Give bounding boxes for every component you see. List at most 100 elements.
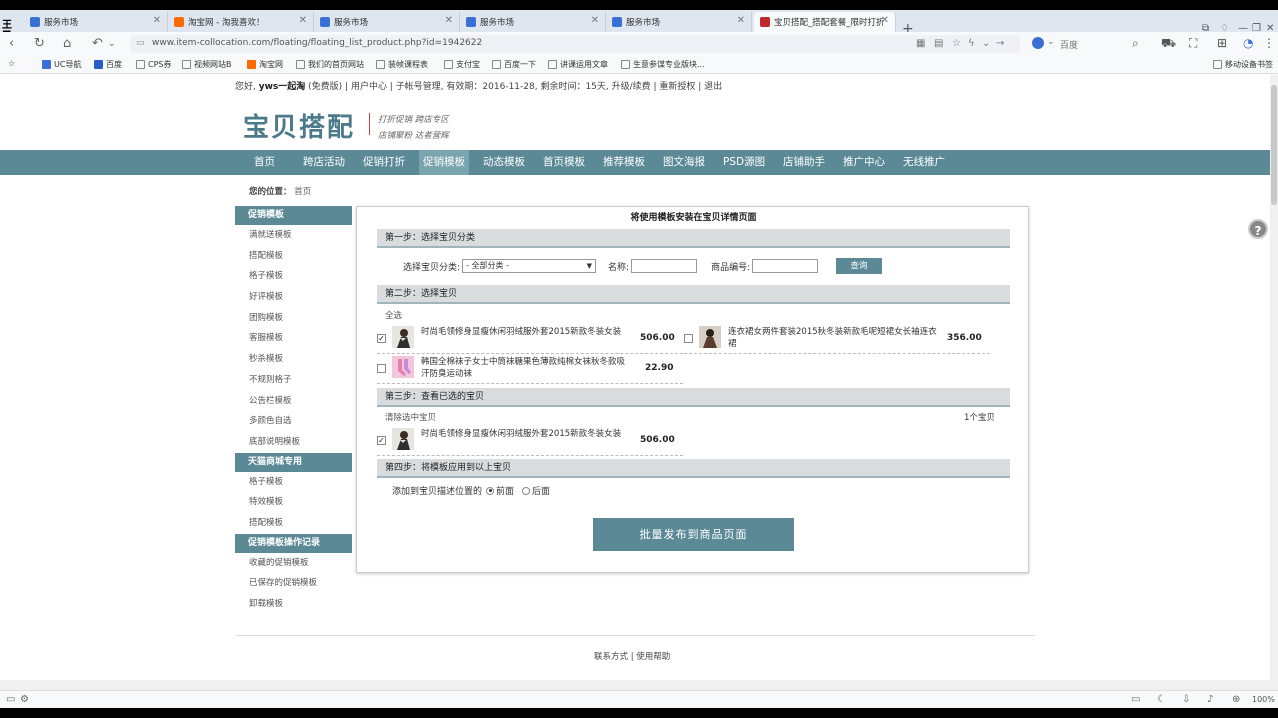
bookmark-item[interactable]: 讲课运用文章 xyxy=(548,59,608,70)
bookmark-item[interactable]: 百度 xyxy=(94,59,122,70)
address-bar[interactable]: ▭ www.item-collocation.com/floating/floa… xyxy=(130,35,1020,53)
product-thumbnail[interactable] xyxy=(699,326,721,348)
browser-tab[interactable]: 服务市场 ✕ xyxy=(606,12,752,32)
chevron-down-icon[interactable]: ⌄ xyxy=(982,38,990,49)
browser-tab[interactable]: 服务市场 ✕ xyxy=(314,12,460,32)
position-back-label[interactable]: 后面 xyxy=(532,484,550,497)
lightning-icon[interactable]: ϟ xyxy=(968,38,975,49)
position-front-radio[interactable] xyxy=(486,486,495,495)
sidebar-item[interactable]: 好评模板 xyxy=(235,287,352,308)
sidebar-item[interactable]: 秒杀模板 xyxy=(235,349,352,370)
category-select[interactable]: - 全部分类 - ▼ xyxy=(462,259,597,273)
position-back-radio[interactable] xyxy=(522,486,531,495)
bookmark-item[interactable]: CPS券 xyxy=(136,59,172,70)
search-icon[interactable]: ⌕ xyxy=(1132,36,1139,51)
browser-tab[interactable]: 服务市场 ✕ xyxy=(24,12,168,32)
reader-icon[interactable]: ▤ xyxy=(934,38,943,49)
tab-close-icon[interactable]: ✕ xyxy=(153,15,161,26)
sidebar-item[interactable]: 满就送模板 xyxy=(235,225,352,246)
clear-selected-link[interactable]: 清除选中宝贝 xyxy=(385,411,436,423)
nav-item-discount[interactable]: 促销打折 xyxy=(359,150,409,175)
help-icon[interactable]: ? xyxy=(1248,219,1268,239)
name-input[interactable] xyxy=(631,259,698,273)
bookmark-item[interactable]: 我们的首页网站 xyxy=(296,59,364,70)
qr-icon[interactable]: ▦ xyxy=(916,38,925,49)
sidebar-item[interactable]: 搭配模板 xyxy=(235,246,352,267)
nav-item-promo-templates[interactable]: 促销模板 xyxy=(419,150,469,175)
sound-icon[interactable]: ♪ xyxy=(1207,694,1213,705)
bookmark-item[interactable]: 淘宝网 xyxy=(247,59,283,70)
tab-close-icon[interactable]: ✕ xyxy=(881,15,889,26)
forward-arrow-icon[interactable]: → xyxy=(996,38,1004,49)
nav-item-promotion-center[interactable]: 推广中心 xyxy=(839,150,889,175)
tab-close-icon[interactable]: ✕ xyxy=(445,15,453,26)
sync-icon[interactable]: ◔ xyxy=(1243,36,1253,50)
nav-item-shop-assistant[interactable]: 店铺助手 xyxy=(779,150,829,175)
nav-item-home[interactable]: 首页 xyxy=(250,150,279,175)
zoom-level[interactable]: 100% xyxy=(1252,695,1275,704)
tab-close-icon[interactable]: ✕ xyxy=(737,15,745,26)
scrollbar-thumb[interactable] xyxy=(1271,85,1277,205)
browser-tab-active[interactable]: 宝贝搭配_搭配套餐_限时打折 ✕ xyxy=(754,12,896,32)
comment-icon[interactable]: ▭ xyxy=(1131,694,1140,705)
sidebar-item[interactable]: 特效模板 xyxy=(235,492,352,513)
download-icon[interactable]: ⇩ xyxy=(1182,694,1190,705)
sidebar-item[interactable]: 搭配模板 xyxy=(235,513,352,534)
grid-icon[interactable]: ⋮ xyxy=(1263,36,1275,50)
vertical-scrollbar[interactable] xyxy=(1270,75,1278,680)
product-code-input[interactable] xyxy=(752,259,819,273)
chevron-down-icon[interactable]: ⌄ xyxy=(1047,37,1055,47)
nav-item-dynamic-templates[interactable]: 动态模板 xyxy=(479,150,529,175)
nav-item-cross-store[interactable]: 跨店活动 xyxy=(299,150,349,175)
bookmark-item[interactable]: 支付宝 xyxy=(444,59,480,70)
browser-tab[interactable]: 服务市场 ✕ xyxy=(460,12,606,32)
horizontal-scrollbar[interactable] xyxy=(0,680,1278,690)
screenshot-icon[interactable]: ⛶ xyxy=(1189,36,1197,51)
sidebar-item[interactable]: 格子模板 xyxy=(235,472,352,493)
position-front-label[interactable]: 前面 xyxy=(496,484,514,497)
sidebar-item[interactable]: 不规则格子 xyxy=(235,370,352,391)
breadcrumb-home[interactable]: 首页 xyxy=(294,187,311,197)
product-checkbox[interactable]: ✓ xyxy=(377,334,386,343)
undo-dropdown-icon[interactable]: ⌄ xyxy=(108,39,116,49)
url-text[interactable]: www.item-collocation.com/floating/floati… xyxy=(152,38,482,48)
mobile-bookmarks[interactable]: 移动设备书签 xyxy=(1213,59,1273,70)
zoom-icon[interactable]: ⊕ xyxy=(1232,694,1240,705)
product-thumbnail[interactable] xyxy=(392,326,414,348)
product-thumbnail[interactable] xyxy=(392,428,414,450)
batch-publish-button[interactable]: 批量发布到商品页面 xyxy=(593,518,794,551)
product-checkbox[interactable]: ✓ xyxy=(377,436,386,445)
select-all-link[interactable]: 全选 xyxy=(385,309,402,321)
nav-item-wireless[interactable]: 无线推广 xyxy=(899,150,949,175)
bookmark-item[interactable]: 视频网站B xyxy=(182,59,232,70)
bookmark-item[interactable]: UC导航 xyxy=(42,59,81,70)
status-window-icon[interactable]: ▭ xyxy=(6,694,15,705)
product-checkbox[interactable] xyxy=(684,334,693,343)
product-checkbox[interactable] xyxy=(377,364,386,373)
sidebar-item[interactable]: 卸载模板 xyxy=(235,594,352,615)
footer-links[interactable]: 联系方式 | 使用帮助 xyxy=(594,650,670,662)
bookmark-star-icon[interactable]: ☆ xyxy=(8,59,15,68)
account-links[interactable]: (免费版) | 用户中心 | 子帐号管理, 有效期：2016-11-28, 剩余… xyxy=(308,82,722,92)
nav-item-posters[interactable]: 图文海报 xyxy=(659,150,709,175)
settings-icon[interactable]: ⚙ xyxy=(20,694,29,705)
nav-item-recommend-templates[interactable]: 推荐模板 xyxy=(599,150,649,175)
sidebar-item[interactable]: 已保存的促销模板 xyxy=(235,573,352,594)
bookmark-item[interactable]: 百度一下 xyxy=(492,59,536,70)
bookmark-item[interactable]: 装帧课程表 xyxy=(376,59,428,70)
night-mode-icon[interactable]: ☾ xyxy=(1157,694,1166,705)
tab-close-icon[interactable]: ✕ xyxy=(299,15,307,26)
refresh-icon[interactable]: ↻ xyxy=(34,36,45,51)
nav-item-psd[interactable]: PSD源图 xyxy=(719,150,769,175)
bookmark-item[interactable]: 生意参谋专业版块... xyxy=(621,59,705,70)
query-button[interactable]: 查询 xyxy=(836,258,882,274)
sidebar-item[interactable]: 公告栏模板 xyxy=(235,391,352,412)
sidebar-item[interactable]: 团购模板 xyxy=(235,308,352,329)
back-icon[interactable]: ‹ xyxy=(9,36,14,51)
product-thumbnail[interactable] xyxy=(392,356,414,378)
sidebar-item[interactable]: 多颜色自选 xyxy=(235,411,352,432)
undo-icon[interactable]: ↶ xyxy=(92,36,103,51)
cart-icon[interactable]: ⛟ xyxy=(1161,36,1176,52)
tab-close-icon[interactable]: ✕ xyxy=(591,15,599,26)
nav-item-homepage-templates[interactable]: 首页模板 xyxy=(539,150,589,175)
